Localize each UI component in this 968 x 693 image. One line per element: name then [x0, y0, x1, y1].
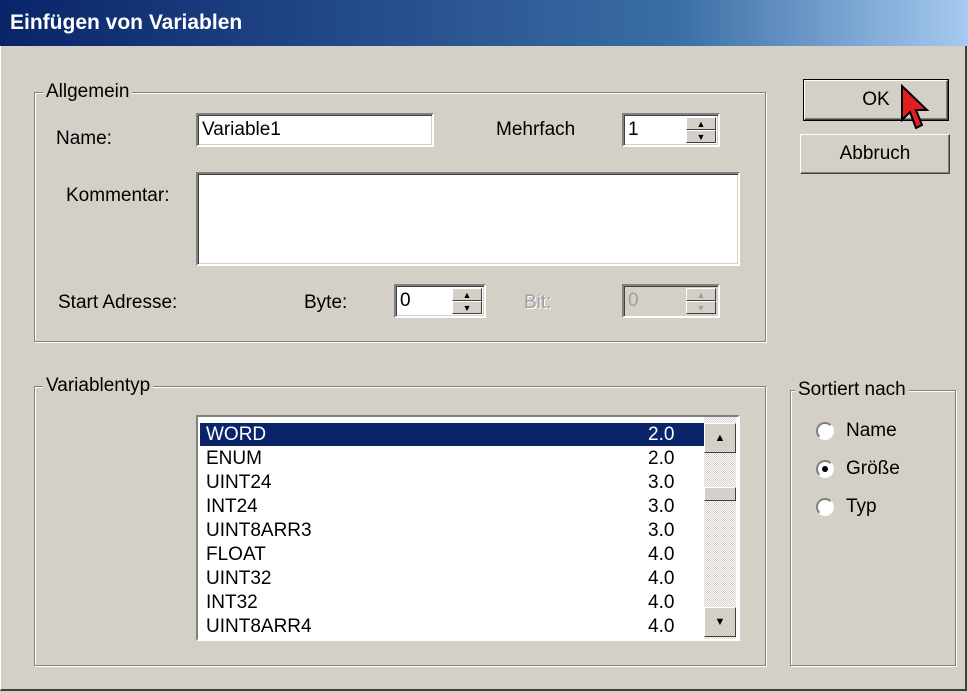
comment-label: Kommentar:: [66, 185, 170, 206]
spin-up-icon[interactable]: ▲: [686, 117, 716, 130]
start-address-label: Start Adresse:: [58, 292, 178, 313]
bit-spinner: ▲ ▼: [686, 288, 716, 314]
list-scrollbar[interactable]: ▲ ▼: [704, 417, 736, 639]
variable-type-legend: Variablentyp: [43, 375, 154, 397]
variable-type-list[interactable]: WORD 2.0 ENUM 2.0 UINT24 3.0 INT24 3.0 UINT8…: [196, 415, 740, 641]
byte-label: Byte:: [304, 292, 348, 313]
name-input[interactable]: Variable1: [196, 113, 434, 147]
spin-down-icon[interactable]: ▼: [686, 130, 716, 143]
sort-option-size-label[interactable]: Größe: [846, 458, 900, 480]
list-item[interactable]: UINT32 4.0: [200, 567, 704, 590]
sort-radio-name[interactable]: [816, 422, 834, 440]
multiple-label: Mehrfach: [496, 119, 576, 140]
spin-down-icon[interactable]: ▼: [452, 301, 482, 314]
spin-up-icon: ▲: [686, 288, 716, 301]
general-legend: Allgemein: [43, 81, 133, 103]
window-title: Einfügen von Variablen: [0, 0, 968, 46]
spin-up-icon[interactable]: ▲: [452, 288, 482, 301]
sort-legend: Sortiert nach: [795, 379, 909, 401]
list-item[interactable]: ENUM 2.0: [200, 447, 704, 470]
list-item[interactable]: WORD 2.0: [200, 423, 704, 446]
scroll-down-icon[interactable]: ▼: [704, 607, 736, 637]
byte-spinner[interactable]: ▲ ▼: [452, 288, 482, 314]
scroll-thumb[interactable]: [704, 487, 736, 501]
cancel-button[interactable]: Abbruch: [800, 134, 950, 174]
list-item[interactable]: UINT8ARR4 4.0: [200, 615, 704, 638]
sort-radio-size[interactable]: [816, 460, 834, 478]
list-item[interactable]: INT24 3.0: [200, 495, 704, 518]
name-label: Name:: [56, 128, 112, 149]
bit-label: Bit:: [524, 292, 552, 313]
list-item[interactable]: UINT8ARR3 3.0: [200, 519, 704, 542]
multiple-spinner[interactable]: ▲ ▼: [686, 117, 716, 143]
sort-option-type-label[interactable]: Typ: [846, 496, 877, 518]
list-item[interactable]: FLOAT 4.0: [200, 543, 704, 566]
mouse-pointer-icon: [901, 84, 930, 130]
sort-option-name-label[interactable]: Name: [846, 420, 897, 442]
list-item[interactable]: UINT24 3.0: [200, 471, 704, 494]
comment-input[interactable]: [196, 172, 740, 266]
list-item[interactable]: INT32 4.0: [200, 591, 704, 614]
scroll-up-icon[interactable]: ▲: [704, 423, 736, 453]
spin-down-icon: ▼: [686, 301, 716, 314]
radio-dot-icon: [822, 466, 828, 472]
sort-radio-type[interactable]: [816, 498, 834, 516]
